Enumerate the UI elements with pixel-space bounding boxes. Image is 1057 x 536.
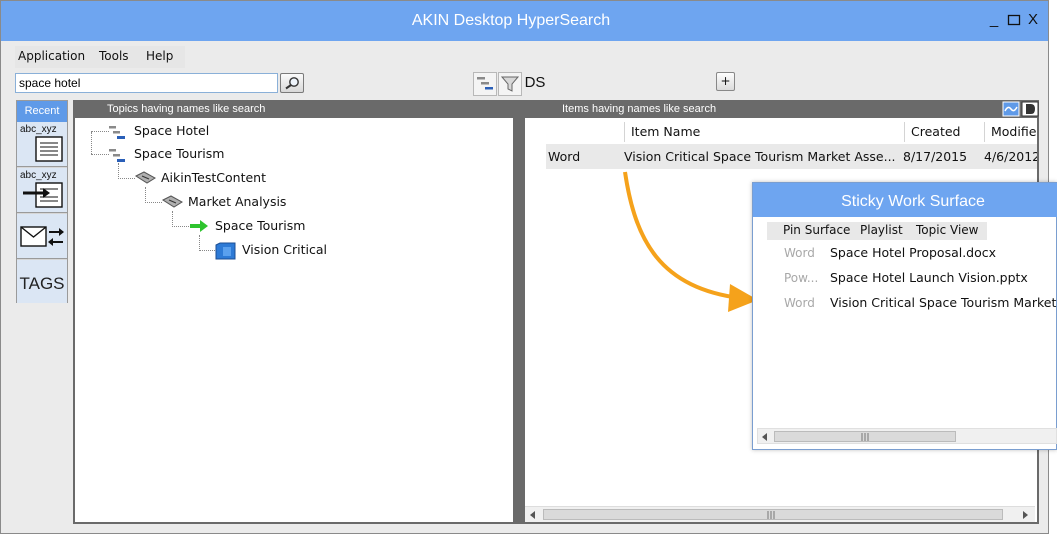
recent-tab[interactable]: Recent [17,101,67,122]
item-type: Word [784,296,815,310]
tree-connector [199,235,200,251]
document-link-icon [23,182,63,208]
recent-item-label: abc_xyz [20,124,57,135]
list-item[interactable]: Word Space Hotel Proposal.docx [753,243,1057,265]
maximize-button[interactable] [1006,11,1022,29]
blue-document-icon [215,242,236,260]
panel-splitter[interactable] [515,118,525,524]
list-item[interactable]: Word Vision Critical Space Tourism Marke… [753,293,1057,315]
scroll-right-icon[interactable] [1021,511,1029,519]
link-item-label: abc_xyz [20,170,57,181]
add-button[interactable]: + [716,72,735,91]
tree-node-label: Space Hotel [134,123,210,138]
menu-topic-view[interactable]: Topic View [916,223,978,237]
tree-connector [172,226,189,227]
column-header-modified[interactable]: Modified [985,122,1037,142]
filter-button[interactable] [498,72,522,96]
menu-tools[interactable]: Tools [99,49,129,63]
scroll-left-icon[interactable] [529,511,537,519]
folder-tag-icon [135,171,156,184]
tree-connector [199,250,215,251]
sticky-horizontal-scrollbar[interactable] [757,428,1057,444]
tree-connector [91,154,109,155]
topic-bars-icon [109,149,125,162]
search-input[interactable] [15,73,278,93]
scroll-left-icon[interactable] [761,433,769,441]
menu-pin-surface[interactable]: Pin Surface [783,223,850,237]
app-title: AKIN Desktop HyperSearch [411,12,611,29]
tree-connector [172,211,173,227]
search-button[interactable] [280,73,304,93]
tree-connector [91,131,109,132]
folder-tag-icon [162,195,183,208]
chart-toggle-icon[interactable] [1002,101,1020,117]
sticky-work-surface-window: Sticky Work Surface Pin Surface Playlist… [752,182,1057,450]
tree-node-label: Market Analysis [188,194,287,209]
menu-application[interactable]: Application [18,49,85,63]
detail-toggle-icon[interactable] [1021,101,1039,117]
sticky-title: Sticky Work Surface [841,193,985,210]
tree-node-label: Space Tourism [134,146,225,161]
tree-view-button[interactable] [473,72,497,96]
tree-connector [118,163,119,179]
tree-connector [118,178,135,179]
menu-bar: Application Tools Help [15,46,185,68]
green-arrow-icon [190,220,208,232]
title-bar[interactable]: AKIN Desktop HyperSearch _ X [1,1,1048,41]
tree-connector [145,187,146,203]
search-icon [285,77,299,90]
document-icon [35,136,63,162]
menu-help[interactable]: Help [146,49,173,63]
cell-created: 8/17/2015 [903,149,968,164]
scrollbar-thumb[interactable] [774,431,956,442]
sidebar: Recent abc_xyz abc_xyz TAGS [16,100,68,303]
sticky-menu-bar: Pin Surface Playlist Topic View [767,222,987,240]
minimize-button[interactable]: _ [986,11,1002,29]
sticky-title-bar[interactable]: Sticky Work Surface [753,183,1057,217]
items-panel-header: Items having names like search [525,100,1039,118]
close-button[interactable]: X [1025,11,1041,29]
tree-node-label: Vision Critical [242,242,327,257]
column-header-item-name[interactable]: Item Name [625,122,905,142]
scrollbar-thumb[interactable] [543,509,1003,520]
item-type: Pow... [784,271,819,285]
tags-tile[interactable]: TAGS [17,260,67,303]
horizontal-scrollbar[interactable] [525,506,1035,522]
tree-view-icon [477,77,493,90]
link-item-tile[interactable]: abc_xyz [17,168,67,213]
column-header-created[interactable]: Created [905,122,985,142]
maximize-icon [1007,14,1021,26]
recent-item-tile[interactable]: abc_xyz [17,122,67,167]
grip-icon [767,511,775,519]
grip-icon [861,433,869,441]
tree-connector [145,202,162,203]
tree-node-label: AikinTestContent [161,170,266,185]
tree-node-label: Space Tourism [215,218,306,233]
topic-bars-icon [109,126,125,139]
tags-label: TAGS [19,274,65,293]
email-exchange-icon [20,226,64,247]
item-name: Vision Critical Space Tourism Market [830,295,1057,310]
topics-panel-header: Topics having names like search [73,100,525,118]
column-header-type[interactable] [527,122,625,142]
item-name: Space Hotel Launch Vision.pptx [830,270,1028,285]
filter-icon [500,76,520,92]
cell-modified: 4/6/2012 [984,149,1037,164]
ds-button[interactable]: DS [522,71,548,95]
email-tile[interactable] [17,214,67,259]
list-item[interactable]: Pow... Space Hotel Launch Vision.pptx [753,268,1057,290]
tree-connector [91,132,92,154]
menu-playlist[interactable]: Playlist [860,223,903,237]
item-name: Space Hotel Proposal.docx [830,245,997,260]
item-type: Word [784,246,815,260]
